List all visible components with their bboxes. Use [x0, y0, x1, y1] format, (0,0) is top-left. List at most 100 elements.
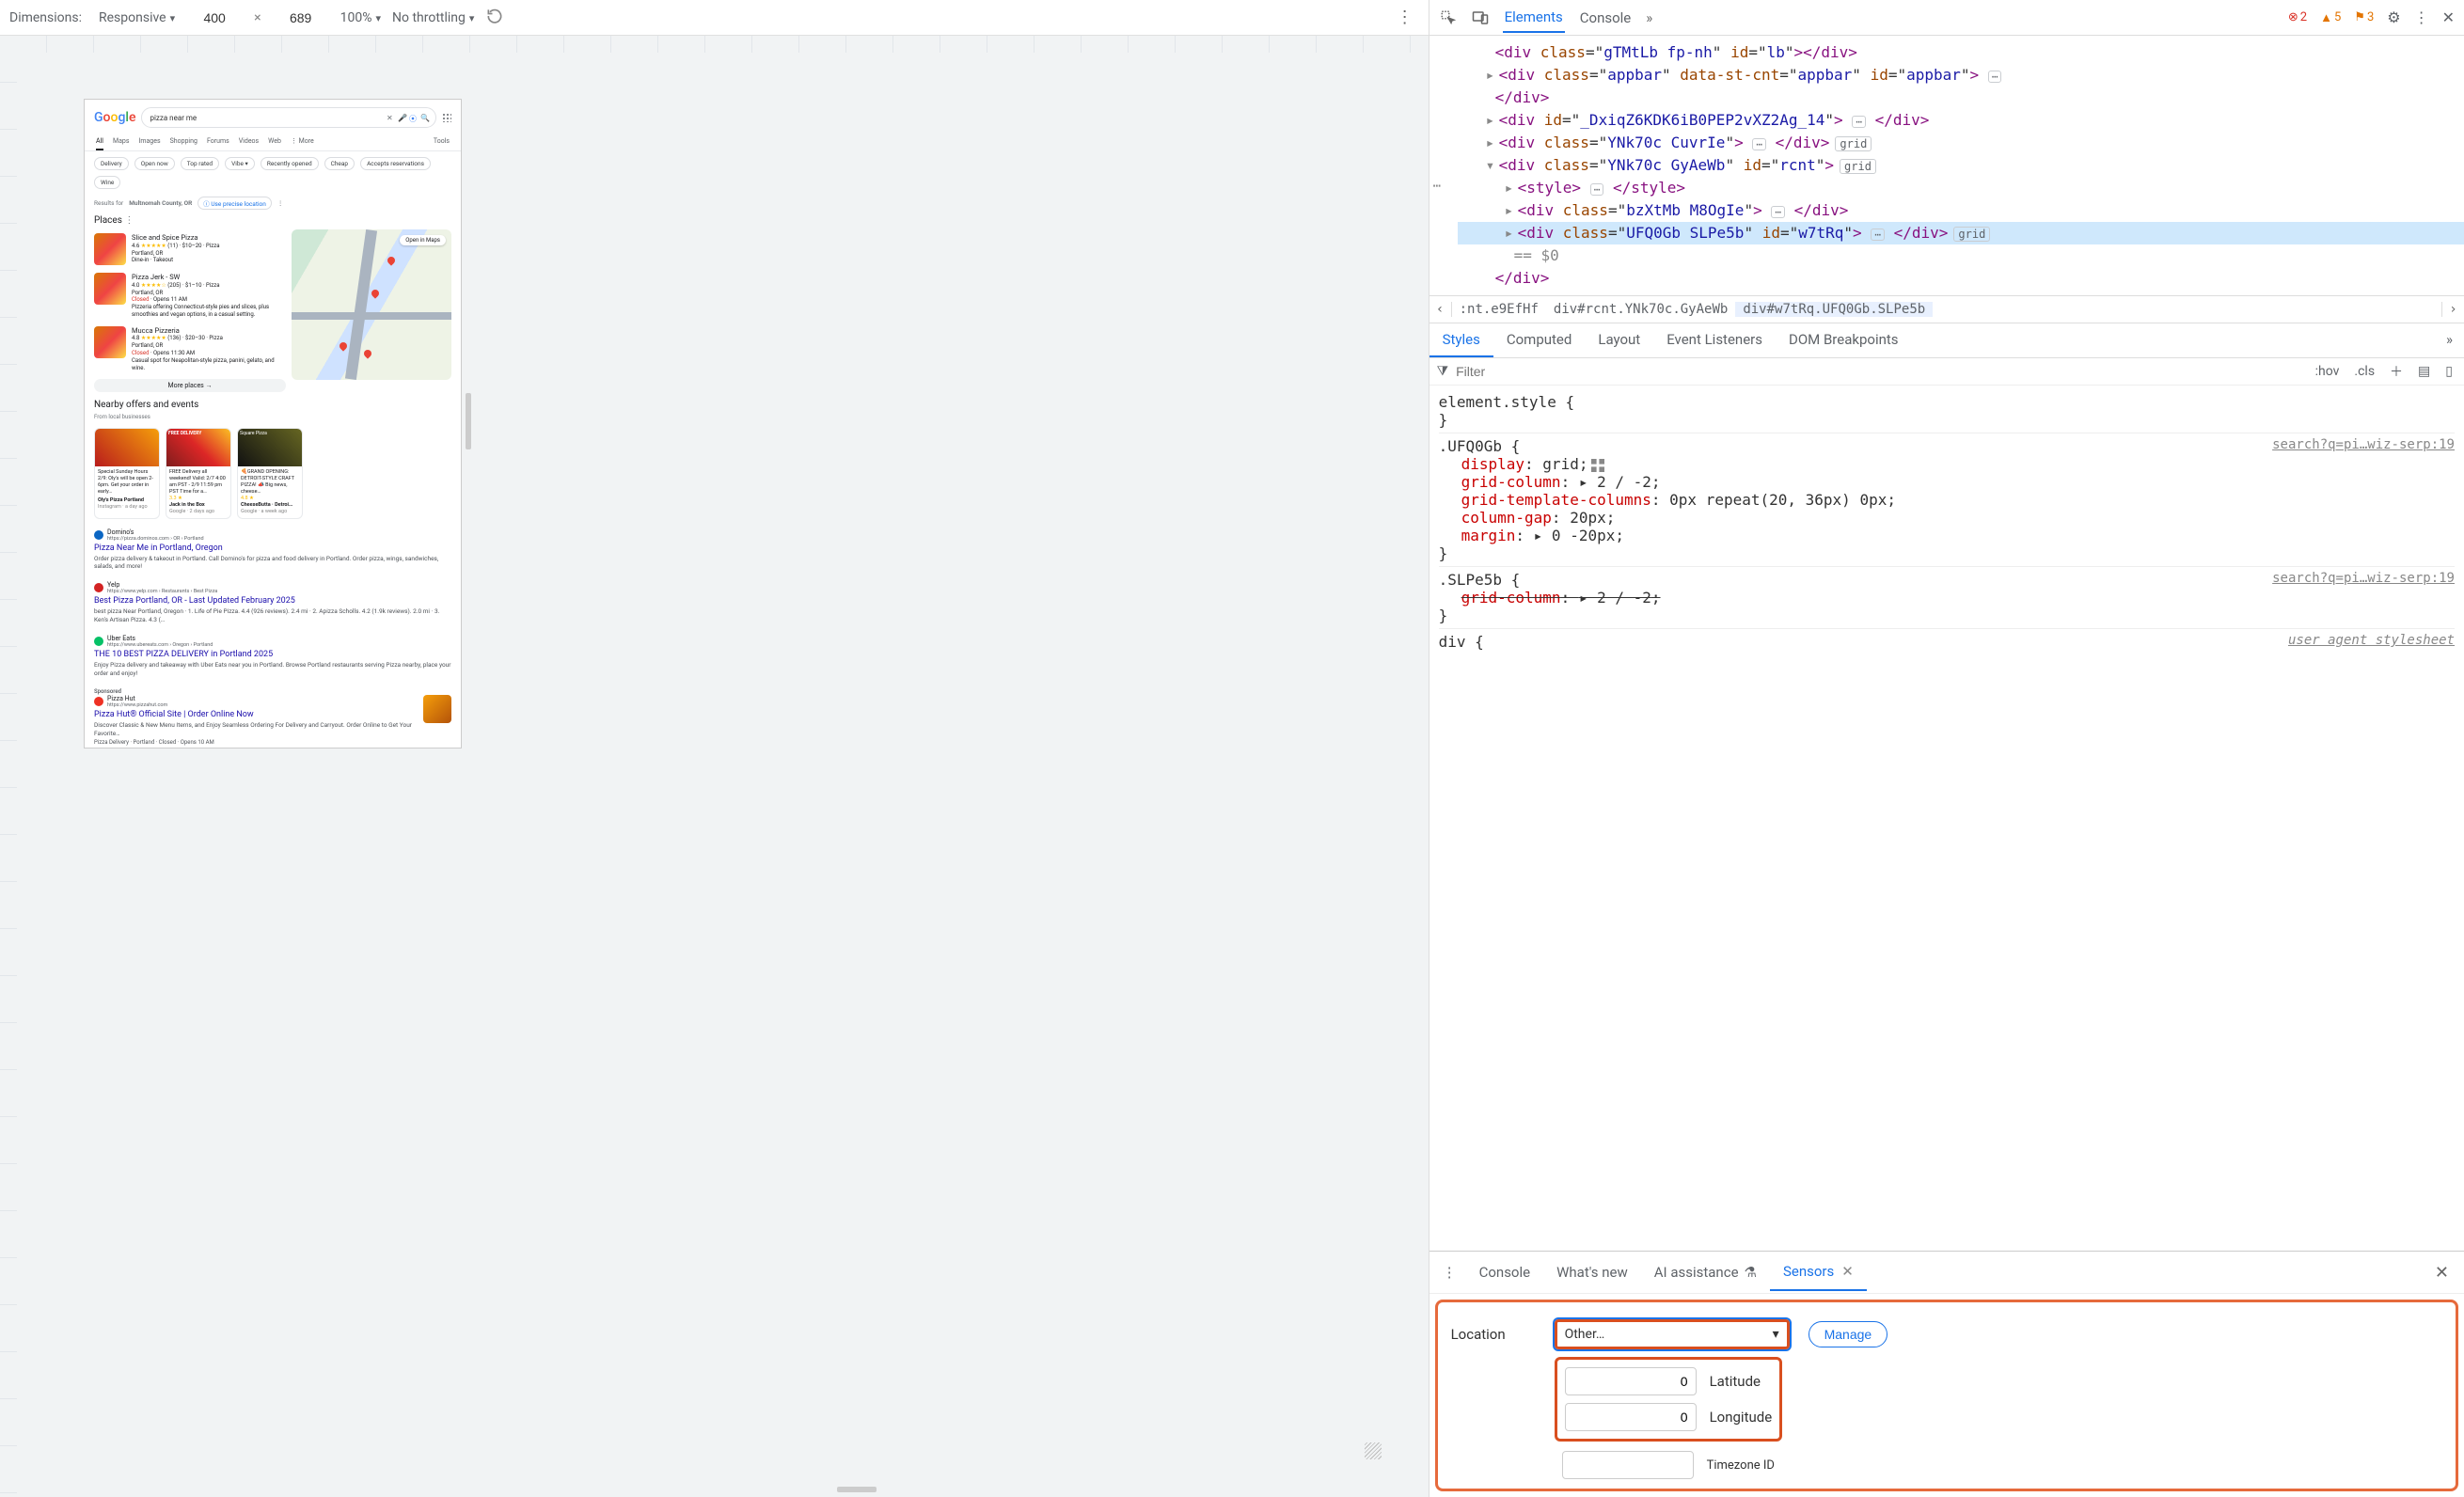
- height-input[interactable]: [273, 10, 329, 25]
- dom-tree[interactable]: ⋯ <div class="gTMtLb fp-nh" id="lb"></di…: [1429, 36, 2464, 295]
- cls-toggle[interactable]: .cls: [2350, 364, 2378, 379]
- style-rule[interactable]: search?q=pi…wiz-serp:19 .UFQ0Gb { displa…: [1439, 433, 2455, 567]
- rule-source-link[interactable]: search?q=pi…wiz-serp:19: [2272, 571, 2455, 586]
- tab-images[interactable]: Images: [138, 137, 160, 150]
- device-toggle-icon[interactable]: [1471, 8, 1490, 27]
- drawer-tab-sensors[interactable]: Sensors ✕: [1770, 1253, 1867, 1291]
- search-result[interactable]: Yelphttps://www.yelp.com › Restaurants ›…: [85, 575, 461, 629]
- chip-vibe[interactable]: Vibe ▾: [225, 157, 255, 170]
- sponsored-result[interactable]: Sponsored Pizza Huthttps://www.pizzahut.…: [85, 683, 461, 748]
- subtab-layout[interactable]: Layout: [1585, 323, 1653, 357]
- computed-toggle-icon[interactable]: ▤: [2414, 364, 2434, 379]
- tab-more[interactable]: ⋮ More: [291, 137, 314, 150]
- map-preview[interactable]: Open in Maps: [292, 229, 451, 380]
- location-select[interactable]: Other… ▾: [1555, 1319, 1790, 1349]
- chip-open-now[interactable]: Open now: [134, 157, 175, 170]
- resize-handle-right[interactable]: [466, 393, 471, 449]
- toggle-sidebar-icon[interactable]: ▯: [2441, 364, 2456, 379]
- drawer-menu-icon[interactable]: ⋮: [1433, 1258, 1466, 1286]
- more-places-button[interactable]: More places →: [94, 379, 286, 392]
- width-input[interactable]: [186, 10, 243, 25]
- subtab-overflow-icon[interactable]: »: [2435, 323, 2464, 357]
- use-precise-location[interactable]: ⓘ Use precise location: [197, 197, 272, 210]
- resize-handle-bottom[interactable]: [837, 1487, 877, 1492]
- drawer-tab-ai[interactable]: AI assistance ⚗: [1641, 1254, 1770, 1290]
- throttling-select[interactable]: No throttling: [392, 10, 474, 25]
- breadcrumb-item[interactable]: div#rcnt.YNk70c.GyAeWb: [1546, 302, 1735, 317]
- search-icon[interactable]: 🔍: [420, 114, 428, 121]
- close-devtools-icon[interactable]: ✕: [2442, 8, 2455, 26]
- subtab-event-listeners[interactable]: Event Listeners: [1653, 323, 1776, 357]
- google-logo[interactable]: Google: [94, 110, 135, 125]
- place-item[interactable]: Pizza Jerk - SW 4.0 ★★★★☆ (205) · $1–10 …: [94, 269, 286, 323]
- lens-icon[interactable]: ⦿: [409, 114, 417, 121]
- panel-overflow-icon[interactable]: »: [1646, 9, 1652, 26]
- mic-icon[interactable]: 🎤: [398, 114, 405, 121]
- styles-filter-input[interactable]: [1456, 364, 2304, 379]
- apps-icon[interactable]: [442, 113, 451, 122]
- timezone-input[interactable]: [1562, 1451, 1694, 1479]
- rule-source-link[interactable]: search?q=pi…wiz-serp:19: [2272, 437, 2455, 452]
- chip-reservations[interactable]: Accepts reservations: [360, 157, 431, 170]
- clear-icon[interactable]: ✕: [387, 114, 394, 121]
- device-toolbar-menu-icon[interactable]: ⋮: [1391, 8, 1419, 27]
- tools-button[interactable]: Tools: [434, 137, 450, 150]
- inspect-icon[interactable]: [1439, 8, 1458, 27]
- close-tab-icon[interactable]: ✕: [1841, 1263, 1854, 1280]
- search-box[interactable]: pizza near me ✕ 🎤 ⦿ 🔍: [141, 107, 436, 128]
- place-item[interactable]: Mucca Pizzeria 4.8 ★★★★★ (136) · $20–30 …: [94, 323, 286, 376]
- tab-web[interactable]: Web: [268, 137, 281, 150]
- search-result[interactable]: Domino'shttps://pizza.dominos.com › OR ›…: [85, 523, 461, 576]
- tab-shopping[interactable]: Shopping: [170, 137, 197, 150]
- longitude-input[interactable]: [1565, 1403, 1697, 1431]
- chip-wine[interactable]: Wine: [94, 176, 120, 189]
- breadcrumb-scroll-right-icon[interactable]: ›: [2441, 302, 2464, 317]
- chip-top-rated[interactable]: Top rated: [181, 157, 219, 170]
- responsive-select[interactable]: Responsive: [99, 10, 175, 25]
- tab-maps[interactable]: Maps: [113, 137, 129, 150]
- tab-forums[interactable]: Forums: [207, 137, 229, 150]
- zoom-select[interactable]: 100%: [340, 10, 381, 25]
- styles-body[interactable]: element.style {} search?q=pi…wiz-serp:19…: [1429, 386, 2464, 1251]
- place-item[interactable]: Slice and Spice Pizza 4.6 ★★★★★ (11) · $…: [94, 229, 286, 269]
- dom-tree-menu-icon[interactable]: ⋯: [1433, 177, 1441, 197]
- chip-delivery[interactable]: Delivery: [94, 157, 129, 170]
- manage-locations-button[interactable]: Manage: [1809, 1321, 1888, 1347]
- rotate-icon[interactable]: [485, 7, 504, 29]
- drawer-tab-whatsnew[interactable]: What's new: [1543, 1254, 1641, 1290]
- subtab-dom-breakpoints[interactable]: DOM Breakpoints: [1776, 323, 1912, 357]
- breadcrumb-item[interactable]: :nt.e9EfHf: [1452, 302, 1546, 317]
- style-rule[interactable]: element.style {}: [1439, 389, 2455, 433]
- hov-toggle[interactable]: :hov: [2312, 364, 2344, 379]
- chip-cheap[interactable]: Cheap: [324, 157, 355, 170]
- location-info-icon[interactable]: ⋮: [277, 199, 284, 207]
- chip-recent[interactable]: Recently opened: [261, 157, 319, 170]
- offer-card[interactable]: FREE DELIVERY FREE Delivery all weekend!…: [166, 428, 231, 518]
- panel-tab-elements[interactable]: Elements: [1503, 3, 1565, 33]
- devtools-menu-icon[interactable]: ⋮: [2414, 8, 2429, 26]
- breadcrumb-item-selected[interactable]: div#w7tRq.UFQ0Gb.SLPe5b: [1735, 302, 1933, 317]
- offer-card[interactable]: Special Sunday Hours 2/9: Oly's will be …: [94, 428, 160, 518]
- tab-all[interactable]: All: [96, 137, 103, 150]
- breadcrumb-scroll-left-icon[interactable]: ‹: [1429, 302, 1452, 317]
- device-viewport: Google pizza near me ✕ 🎤 ⦿ 🔍 All Maps Im…: [0, 36, 1429, 1497]
- issue-count[interactable]: ⚑3: [2354, 10, 2374, 24]
- resize-handle-corner[interactable]: [1365, 1442, 1382, 1459]
- close-drawer-icon[interactable]: ✕: [2424, 1255, 2460, 1290]
- subtab-styles[interactable]: Styles: [1429, 323, 1493, 357]
- error-count[interactable]: ⊗2: [2288, 10, 2307, 24]
- dom-selected-node[interactable]: ▸<div class="UFQ0Gb SLPe5b" id="w7tRq"> …: [1458, 222, 2464, 244]
- warning-count[interactable]: ▲5: [2320, 10, 2341, 25]
- style-rule[interactable]: search?q=pi…wiz-serp:19 .SLPe5b { grid-c…: [1439, 567, 2455, 629]
- search-result[interactable]: Uber Eatshttps://www.ubereats.com › Oreg…: [85, 629, 461, 683]
- style-rule[interactable]: user agent stylesheet div {: [1439, 629, 2455, 654]
- offer-card[interactable]: Square Pizza 🍕GRAND OPENING: DETROIT-STY…: [237, 428, 303, 518]
- tab-videos[interactable]: Videos: [239, 137, 259, 150]
- settings-icon[interactable]: ⚙: [2387, 8, 2400, 26]
- subtab-computed[interactable]: Computed: [1493, 323, 1586, 357]
- open-in-maps[interactable]: Open in Maps: [400, 235, 446, 245]
- drawer-tab-console[interactable]: Console: [1466, 1254, 1544, 1290]
- panel-tab-console[interactable]: Console: [1578, 4, 1634, 32]
- new-style-rule-icon[interactable]: ＋: [2386, 362, 2407, 381]
- latitude-input[interactable]: [1565, 1367, 1697, 1395]
